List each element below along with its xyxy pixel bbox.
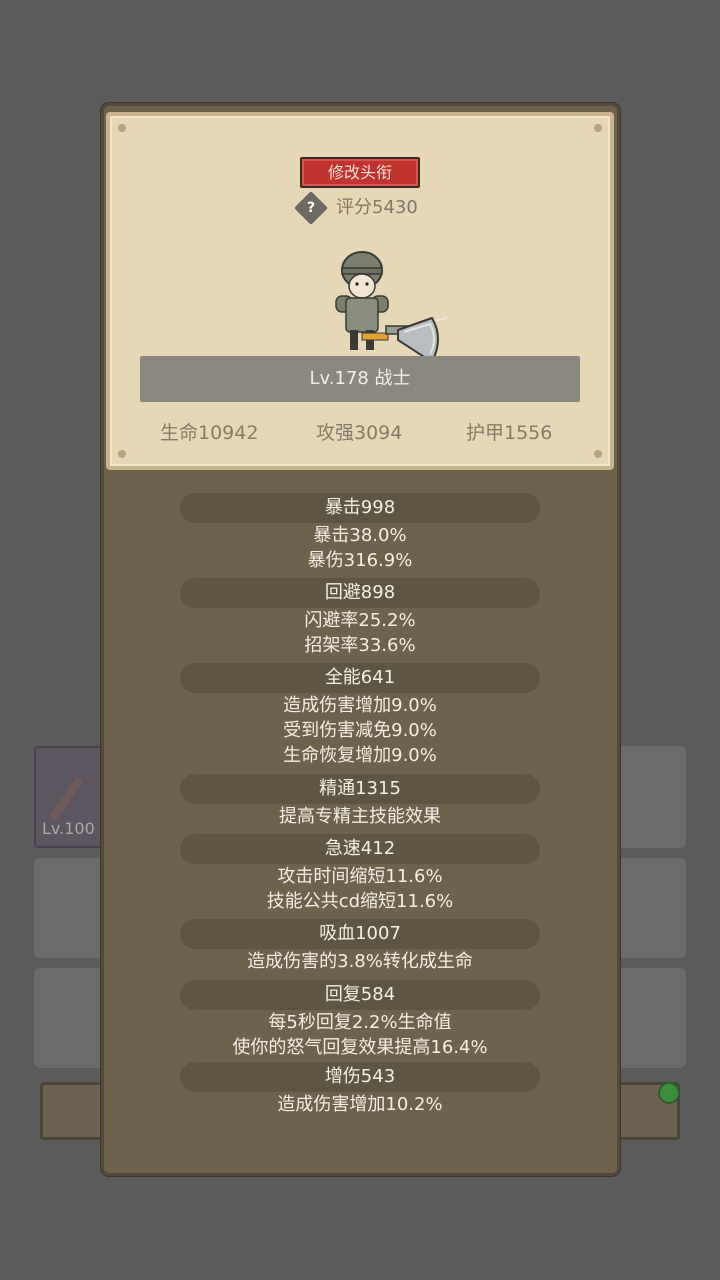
attribute-line: 每5秒回复2.2%生命值 [268,1012,452,1033]
corner-rivet-icon [594,450,602,458]
background-slot [34,858,106,958]
attribute-line: 造成伤害增加10.2% [277,1094,443,1115]
attribute-line: 使你的怒气回复效果提高16.4% [232,1037,488,1058]
attribute-header-evasion: 回避898 [180,578,540,608]
attribute-line: 招架率33.6% [304,635,416,656]
help-question-mark: ? [306,200,316,216]
attribute-header-regen: 回复584 [180,980,540,1010]
corner-rivet-icon [118,124,126,132]
level-class-bar: Lv.178 战士 [140,356,580,402]
background-slot [34,968,106,1068]
attribute-line: 闪避率25.2% [304,610,416,631]
attribute-line: 生命恢复增加9.0% [283,745,437,766]
attribute-line: 暴伤316.9% [307,550,413,571]
background-item-slot: Lv.100 [34,746,106,848]
attribute-line: 技能公共cd缩短11.6% [266,891,454,912]
background-slot [614,968,686,1068]
sword-icon [48,776,84,822]
background-item-level: Lv.100 [42,819,95,838]
warrior-character-icon [335,251,448,360]
corner-rivet-icon [594,124,602,132]
attribute-header-haste: 急速412 [180,834,540,864]
attribute-header-versatility: 全能641 [180,663,540,693]
attribute-header-damage-bonus: 增伤543 [180,1062,540,1092]
attribute-line: 受到伤害减免9.0% [283,720,437,741]
corner-rivet-icon [118,450,126,458]
attribute-line: 提高专精主技能效果 [279,806,441,827]
change-title-button[interactable]: 修改头衔 [300,157,420,188]
attribute-line: 攻击时间缩短11.6% [277,866,443,887]
stat-armor: 护甲1556 [466,422,553,444]
background-slot [614,858,686,958]
attribute-line: 造成伤害的3.8%转化成生命 [247,951,473,972]
attribute-header-crit: 暴击998 [180,493,540,523]
stat-attack: 攻强3094 [316,422,403,444]
score-label: 评分5430 [336,197,418,218]
background-button-left [40,1082,110,1140]
background-slot [614,746,686,848]
stat-hp: 生命10942 [160,422,259,444]
notification-dot-icon [658,1082,680,1104]
attribute-header-lifesteal: 吸血1007 [180,919,540,949]
attribute-line: 造成伤害增加9.0% [283,695,437,716]
attribute-header-mastery: 精通1315 [180,774,540,804]
attribute-line: 暴击38.0% [313,525,407,546]
